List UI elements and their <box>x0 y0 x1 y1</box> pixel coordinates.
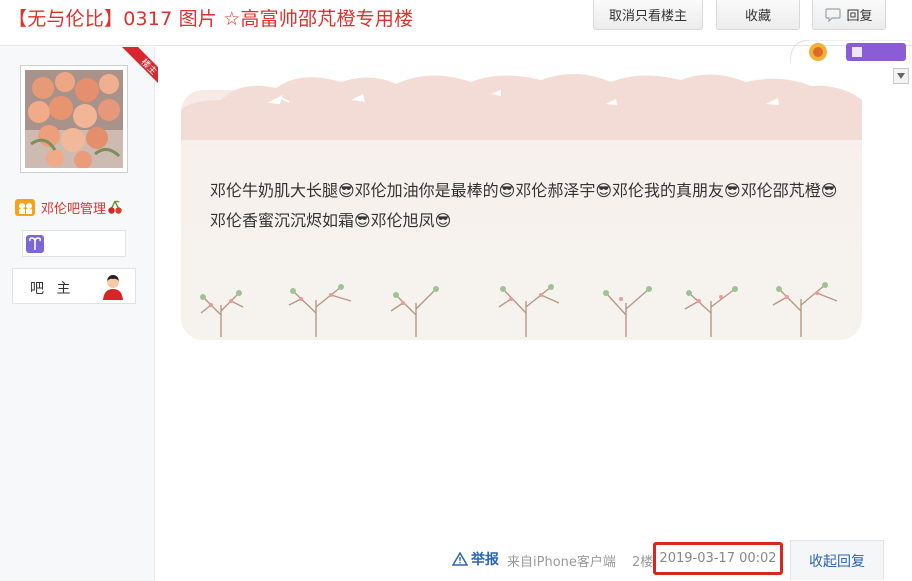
manager-badge-icon <box>15 199 35 216</box>
post-client: 来自iPhone客户端 <box>507 555 616 570</box>
post-content-card: 邓伦牛奶肌大长腿😎邓伦加油你是最棒的😎邓伦郝泽宇😎邓伦我的真朋友😎邓伦邵芃橙😎邓… <box>181 70 862 340</box>
cancel-only-op-button[interactable]: 取消只看楼主 <box>593 0 703 30</box>
moderator-avatar-icon <box>103 275 123 300</box>
thread-header: 【无与伦比】0317 图片 ☆高富帅邵芃橙专用楼 取消只看楼主 收藏 回复 <box>0 0 912 46</box>
post-menu-toggle[interactable] <box>893 68 909 84</box>
post-date-highlight: 2019-03-17 00:02 <box>653 542 783 575</box>
author-name[interactable]: 邓伦吧管理 <box>41 198 106 217</box>
report-link[interactable]: 举报 <box>452 549 499 569</box>
post-page: 【无与伦比】0317 图片 ☆高富帅邵芃橙专用楼 取消只看楼主 收藏 回复 楼主… <box>0 0 912 581</box>
collapse-reply-button[interactable]: 收起回复 <box>790 540 884 580</box>
comment-icon <box>825 7 842 22</box>
reply-button[interactable]: 回复 <box>812 0 886 30</box>
post-content-text: 邓伦牛奶肌大长腿😎邓伦加油你是最棒的😎邓伦郝泽宇😎邓伦我的真朋友😎邓伦邵芃橙😎邓… <box>210 181 838 230</box>
role-label: 吧 主 <box>30 281 75 297</box>
cherry-icon <box>108 200 122 214</box>
avatar-image <box>25 70 123 168</box>
trees-decoration <box>200 282 838 337</box>
role-badge: 吧 主 <box>12 268 136 304</box>
favorite-button[interactable]: 收藏 <box>716 0 800 30</box>
op-corner-ribbon: 楼主 <box>112 47 158 85</box>
reply-button-label: 回复 <box>846 9 873 24</box>
zodiac-badge[interactable] <box>22 230 126 257</box>
deco-badge-icons <box>790 40 910 64</box>
report-label: 举报 <box>471 552 499 568</box>
aries-icon <box>26 234 44 253</box>
roses-picture <box>25 70 123 168</box>
post-date: 2019-03-17 00:02 <box>659 551 777 566</box>
triangle-down-icon <box>897 73 905 79</box>
clouds-decoration <box>181 73 862 140</box>
author-name-row: 邓伦吧管理 <box>14 197 123 217</box>
warning-icon <box>452 552 468 566</box>
author-column: 楼主 邓伦吧管理 吧 主 <box>0 47 158 581</box>
floor-number: 2楼 <box>632 555 654 570</box>
thread-title: 【无与伦比】0317 图片 ☆高富帅邵芃橙专用楼 <box>8 8 414 30</box>
